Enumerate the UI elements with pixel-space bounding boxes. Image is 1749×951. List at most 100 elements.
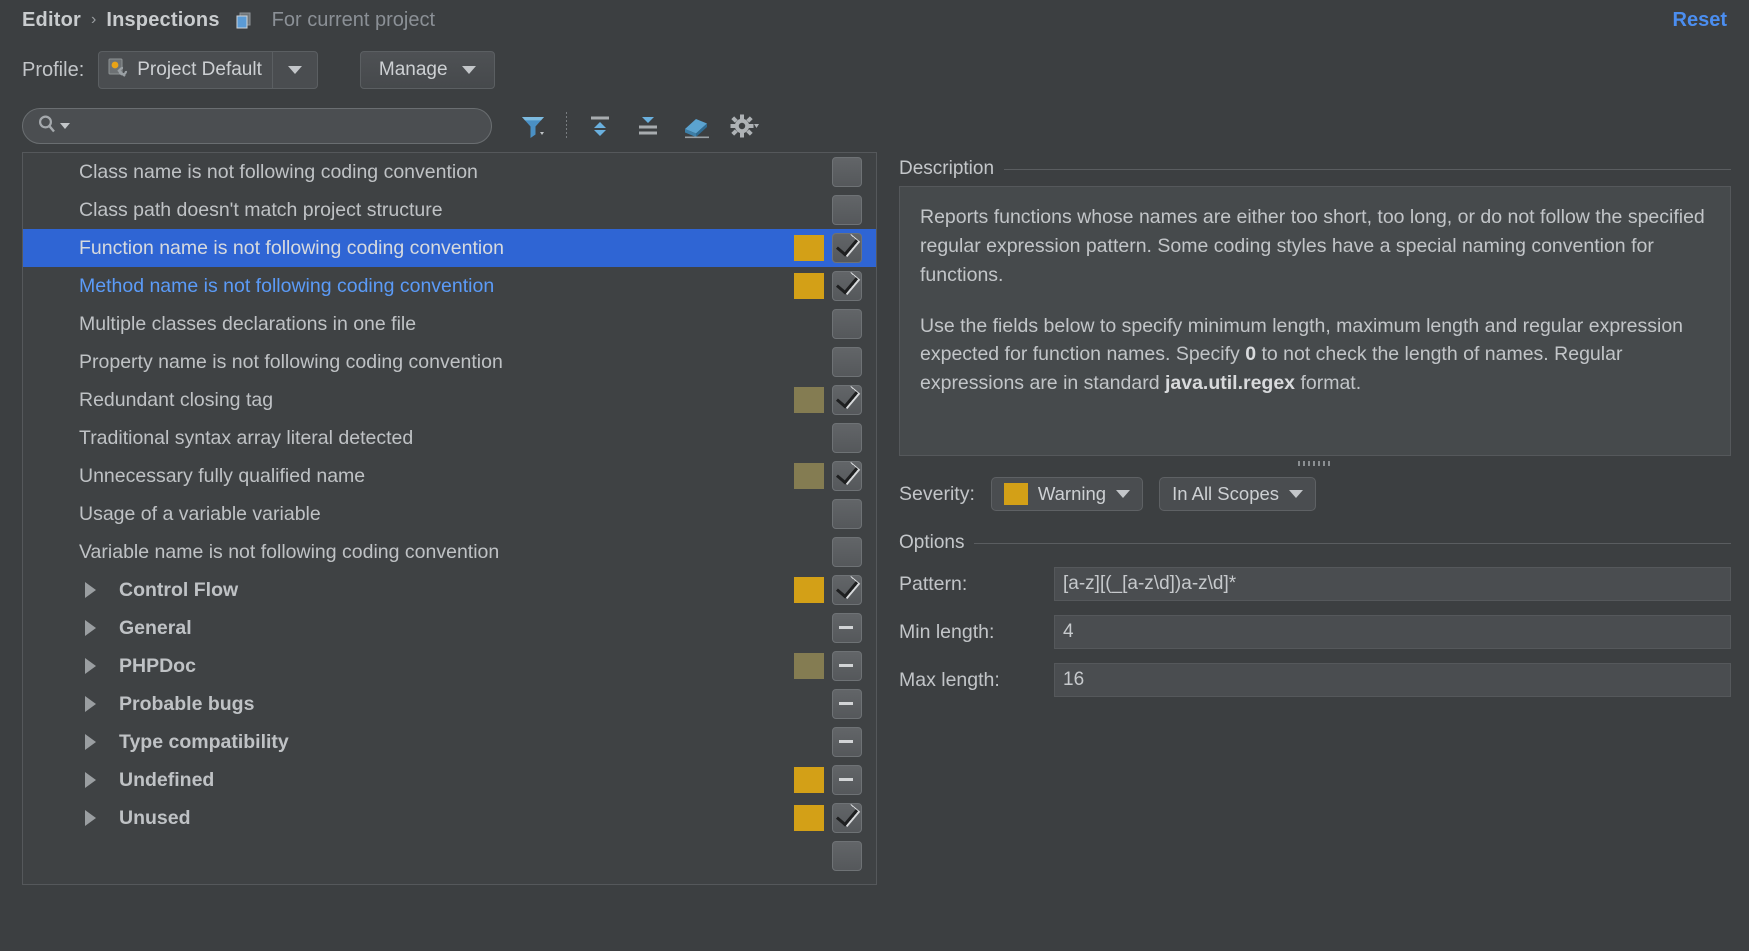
row-enable-checkbox[interactable] (832, 233, 862, 263)
row-enable-checkbox[interactable] (832, 765, 862, 795)
row-enable-checkbox[interactable] (832, 385, 862, 415)
severity-color-swatch (1003, 483, 1028, 505)
expand-all-icon[interactable] (579, 106, 621, 146)
option-label: Min length: (899, 620, 995, 643)
row-enable-checkbox[interactable] (832, 575, 862, 605)
profile-combobox-body[interactable]: Project Default (99, 52, 272, 88)
row-enable-checkbox[interactable] (832, 689, 862, 719)
profile-dropdown-arrow[interactable] (271, 52, 317, 88)
row-enable-checkbox[interactable] (832, 803, 862, 833)
tree-item-row[interactable]: Class path doesn't match project structu… (23, 191, 876, 229)
row-severity-swatch (794, 197, 824, 223)
option-label: Pattern: (899, 572, 968, 595)
copy-profile-icon[interactable] (234, 10, 254, 30)
profile-label: Profile: (22, 58, 85, 81)
option-input[interactable]: [a-z][(_[a-z\d])a-z\d]* (1054, 567, 1731, 601)
tree-row-label: Property name is not following coding co… (79, 350, 503, 373)
tree-item-row[interactable]: Usage of a variable variable (23, 495, 876, 533)
expand-triangle-icon[interactable] (85, 810, 96, 826)
tree-row-label: Usage of a variable variable (79, 502, 321, 525)
row-enable-checkbox[interactable] (832, 499, 862, 529)
expand-triangle-icon[interactable] (85, 734, 96, 750)
search-box[interactable] (22, 108, 492, 144)
gear-icon[interactable] (723, 106, 765, 146)
collapse-all-icon[interactable] (627, 106, 669, 146)
manage-button[interactable]: Manage (359, 51, 495, 89)
severity-dropdown[interactable]: Warning (990, 477, 1144, 511)
breadcrumb-editor[interactable]: Editor (22, 9, 81, 32)
row-enable-checkbox[interactable] (832, 157, 862, 187)
tree-group-row[interactable]: PHPDoc (23, 647, 876, 685)
panel-resize-grip[interactable] (899, 456, 1731, 470)
tree-group-row[interactable]: Undefined (23, 761, 876, 799)
row-severity-swatch (794, 843, 824, 869)
row-enable-checkbox[interactable] (832, 613, 862, 643)
expand-triangle-icon[interactable] (85, 658, 96, 674)
tree-group-row[interactable]: Control Flow (23, 571, 876, 609)
options-section-header: Options (899, 526, 1731, 560)
row-enable-checkbox[interactable] (832, 727, 862, 757)
eraser-icon[interactable] (675, 106, 717, 146)
tree-item-row[interactable]: Function name is not following coding co… (23, 229, 876, 267)
tree-item-row[interactable]: Variable name is not following coding co… (23, 533, 876, 571)
tree-group-row[interactable]: Probable bugs (23, 685, 876, 723)
indeterminate-dash-icon (839, 626, 853, 629)
profile-combobox[interactable]: Project Default (98, 51, 318, 89)
expand-triangle-icon[interactable] (85, 772, 96, 788)
tree-row-label: Function name is not following coding co… (79, 236, 504, 259)
row-enable-checkbox[interactable] (832, 537, 862, 567)
row-enable-checkbox[interactable] (832, 271, 862, 301)
filter-icon[interactable] (512, 106, 554, 146)
tree-item-row[interactable]: Method name is not following coding conv… (23, 267, 876, 305)
tree-row-label: Probable bugs (119, 692, 255, 715)
tree-item-row[interactable]: Property name is not following coding co… (23, 343, 876, 381)
description-paragraph-1: Reports functions whose names are either… (920, 206, 1705, 286)
expand-triangle-icon[interactable] (85, 582, 96, 598)
row-severity-swatch (794, 349, 824, 375)
row-enable-checkbox[interactable] (832, 347, 862, 377)
row-severity-swatch (794, 387, 824, 413)
tree-item-row[interactable]: Multiple classes declarations in one fil… (23, 305, 876, 343)
row-severity-swatch (794, 729, 824, 755)
search-input[interactable] (73, 115, 477, 137)
row-enable-checkbox[interactable] (832, 195, 862, 225)
checkmark-icon (835, 461, 859, 485)
section-divider (974, 542, 1731, 544)
tree-group-row[interactable]: Type compatibility (23, 723, 876, 761)
option-row: Max length: 16 (899, 656, 1731, 704)
breadcrumb-separator: › (90, 11, 97, 28)
indeterminate-dash-icon (839, 778, 853, 781)
reset-link[interactable]: Reset (1673, 9, 1727, 32)
tree-row-label: Variable name is not following coding co… (79, 540, 500, 563)
tree-item-row[interactable] (23, 837, 876, 875)
row-enable-checkbox[interactable] (832, 461, 862, 491)
tree-row-label: Class path doesn't match project structu… (79, 198, 443, 221)
row-enable-checkbox[interactable] (832, 423, 862, 453)
row-enable-checkbox[interactable] (832, 651, 862, 681)
tree-item-row[interactable]: Redundant closing tag (23, 381, 876, 419)
expand-triangle-icon[interactable] (85, 696, 96, 712)
tree-group-row[interactable]: Unused (23, 799, 876, 837)
tree-item-row[interactable]: Class name is not following coding conve… (23, 153, 876, 191)
row-severity-swatch (794, 235, 824, 261)
tree-group-row[interactable]: General (23, 609, 876, 647)
search-icon (37, 114, 57, 139)
indeterminate-dash-icon (839, 740, 853, 743)
row-enable-checkbox[interactable] (832, 841, 862, 871)
expand-triangle-icon[interactable] (85, 620, 96, 636)
toolbar-buttons (512, 106, 765, 146)
option-row: Min length: 4 (899, 608, 1731, 656)
indeterminate-dash-icon (839, 702, 853, 705)
tree-item-row[interactable]: Traditional syntax array literal detecte… (23, 419, 876, 457)
row-severity-swatch (794, 539, 824, 565)
profile-bar: Profile: Project Default Manage (0, 40, 1749, 100)
search-history-arrow-icon[interactable] (60, 123, 70, 129)
inspections-tree[interactable]: Class name is not following coding conve… (22, 152, 877, 885)
option-input[interactable]: 4 (1054, 615, 1731, 649)
scope-value: In All Scopes (1172, 483, 1280, 504)
profile-selected-value: Project Default (137, 59, 262, 80)
tree-item-row[interactable]: Unnecessary fully qualified name (23, 457, 876, 495)
scope-dropdown[interactable]: In All Scopes (1159, 477, 1317, 511)
row-enable-checkbox[interactable] (832, 309, 862, 339)
option-input[interactable]: 16 (1054, 663, 1731, 697)
